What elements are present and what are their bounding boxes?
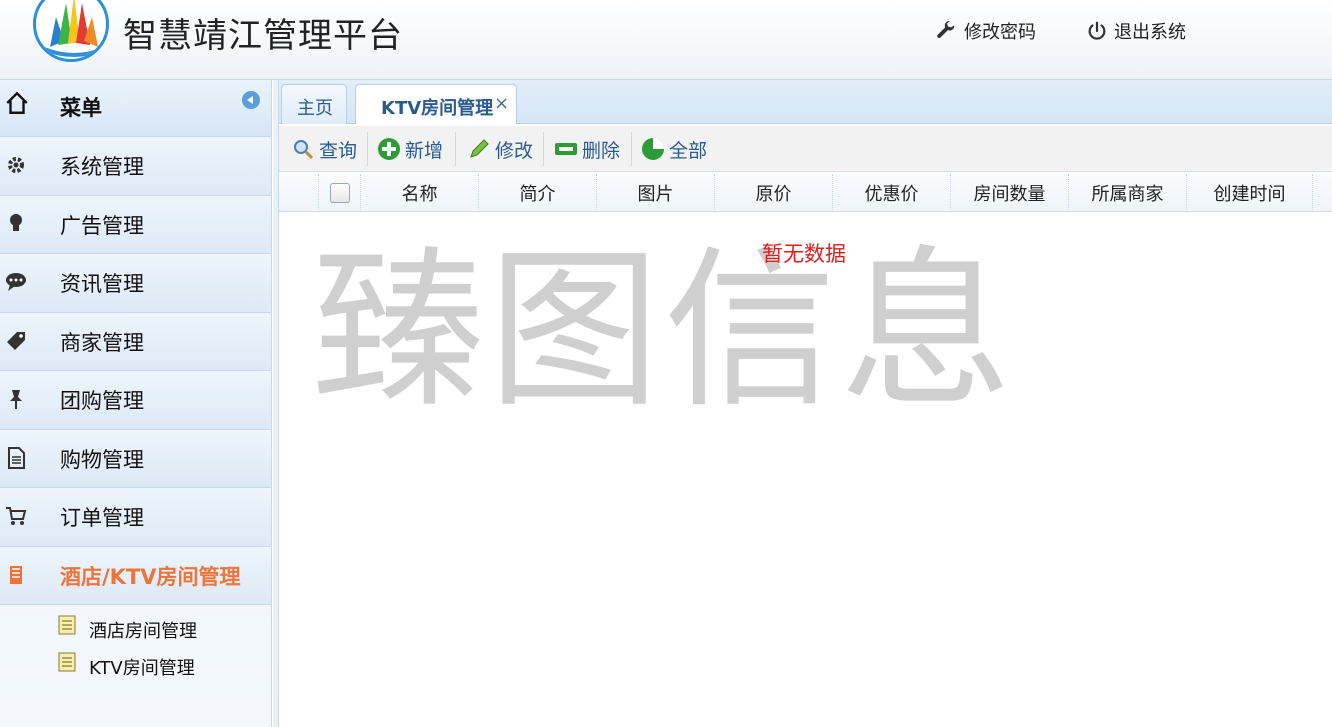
app-logo — [33, 0, 109, 62]
toolbar-divider — [631, 132, 632, 166]
edit-label: 修改 — [495, 139, 534, 162]
column-header[interactable]: 图片 — [597, 174, 715, 212]
sidebar-item-label: 广告管理 — [60, 213, 144, 238]
column-header[interactable]: 创建时间 — [1187, 174, 1313, 212]
select-all-column — [319, 174, 361, 212]
sidebar-item-label: 订单管理 — [60, 506, 144, 530]
all-label: 全部 — [669, 139, 708, 162]
logout-label: 退出系统 — [1114, 22, 1186, 43]
logout-link[interactable]: 退出系统 — [1086, 18, 1186, 44]
add-button[interactable]: 新增 — [377, 134, 443, 164]
collapse-sidebar-button[interactable] — [242, 91, 260, 109]
sidebar-header: 菜单 — [0, 80, 271, 137]
column-header[interactable]: 原价 — [715, 174, 833, 212]
grid-header: 名称 简介 图片 原价 优惠价 房间数量 所属商家 创建时间 — [279, 174, 1332, 212]
sub-item-ktv-rooms[interactable]: KTV房间管理 — [0, 646, 271, 683]
sidebar-item-label: 购物管理 — [60, 447, 144, 472]
tab-label: KTV房间管理 — [381, 98, 494, 119]
tab-home[interactable]: 主页 — [281, 84, 347, 124]
cart-icon — [6, 507, 27, 525]
sidebar-item-news[interactable]: 资讯管理 — [0, 254, 271, 313]
sidebar-item-ads[interactable]: 广告管理 — [0, 195, 271, 254]
delete-button[interactable]: 删除 — [554, 134, 620, 164]
column-header[interactable]: 优惠价 — [833, 174, 951, 212]
app-header: 智慧靖江管理平台 修改密码 退出系统 — [0, 0, 1332, 80]
sidebar-item-system[interactable]: 系统管理 — [0, 137, 271, 196]
gear-icon — [8, 157, 24, 173]
empty-message: 暂无数据 — [762, 242, 846, 266]
tab-label: 主页 — [297, 98, 333, 119]
query-button[interactable]: 查询 — [291, 134, 357, 164]
tab-bar: 主页 KTV房间管理 × — [279, 80, 1332, 124]
sidebar-item-label: 系统管理 — [60, 155, 144, 179]
pie-chart-icon — [642, 138, 664, 160]
sub-item-hotel-rooms[interactable]: 酒店房间管理 — [0, 609, 271, 646]
select-all-checkbox[interactable] — [329, 183, 350, 203]
column-header[interactable]: 简介 — [479, 174, 597, 212]
sidebar: 菜单 系统管理 广告管理 资讯管理 商家管理 团购管理 购物管理 订单管理 酒店… — [0, 80, 272, 727]
note-icon — [58, 652, 76, 672]
pencil-icon — [470, 139, 489, 158]
power-icon — [1088, 21, 1106, 40]
sidebar-item-label: 资讯管理 — [60, 272, 144, 296]
change-password-label: 修改密码 — [964, 22, 1036, 43]
tab-ktv-rooms[interactable]: KTV房间管理 × — [355, 84, 517, 124]
sub-item-label: KTV房间管理 — [89, 658, 195, 679]
sidebar-item-orders[interactable]: 订单管理 — [0, 488, 271, 547]
tab-close-icon[interactable]: × — [494, 93, 509, 114]
all-button[interactable]: 全部 — [641, 134, 707, 164]
column-header[interactable]: 所属商家 — [1069, 174, 1187, 212]
toolbar-divider — [543, 132, 544, 166]
column-header[interactable]: 房间数量 — [951, 174, 1069, 212]
sidebar-item-shopping[interactable]: 购物管理 — [0, 429, 271, 488]
watermark: 臻图信息 — [312, 230, 1016, 431]
wrench-icon — [937, 20, 955, 38]
document-icon — [8, 446, 25, 469]
sidebar-item-label: 商家管理 — [60, 330, 144, 355]
sidebar-item-hotel-ktv[interactable]: 酒店/KTV房间管理 — [0, 546, 271, 605]
note-icon — [58, 615, 76, 635]
toolbar: 查询 新增 修改 删除 全部 — [279, 126, 1332, 172]
sidebar-item-label: 团购管理 — [60, 389, 144, 413]
minus-icon — [555, 143, 577, 155]
sidebar-item-label: 酒店/KTV房间管理 — [60, 564, 241, 589]
delete-label: 删除 — [582, 139, 621, 162]
plus-icon — [378, 138, 400, 160]
change-password-link[interactable]: 修改密码 — [936, 18, 1036, 44]
sidebar-title: 菜单 — [60, 96, 102, 120]
row-number-column — [279, 174, 319, 212]
query-label: 查询 — [319, 139, 358, 162]
lightbulb-icon — [10, 213, 22, 231]
sidebar-item-groupbuy[interactable]: 团购管理 — [0, 371, 271, 430]
magnifier-icon — [294, 140, 314, 160]
edit-button[interactable]: 修改 — [467, 134, 533, 164]
column-header[interactable]: 名称 — [361, 174, 479, 212]
sub-item-label: 酒店房间管理 — [89, 621, 197, 642]
chat-bubble-icon — [6, 273, 26, 291]
hotel-icon — [10, 565, 22, 584]
toolbar-divider — [455, 132, 456, 166]
toolbar-divider — [367, 132, 368, 166]
pin-icon — [10, 390, 22, 409]
tag-icon — [7, 331, 25, 350]
sidebar-item-merchants[interactable]: 商家管理 — [0, 312, 271, 371]
app-title: 智慧靖江管理平台 — [123, 16, 403, 56]
home-icon — [6, 91, 28, 114]
add-label: 新增 — [405, 139, 444, 162]
